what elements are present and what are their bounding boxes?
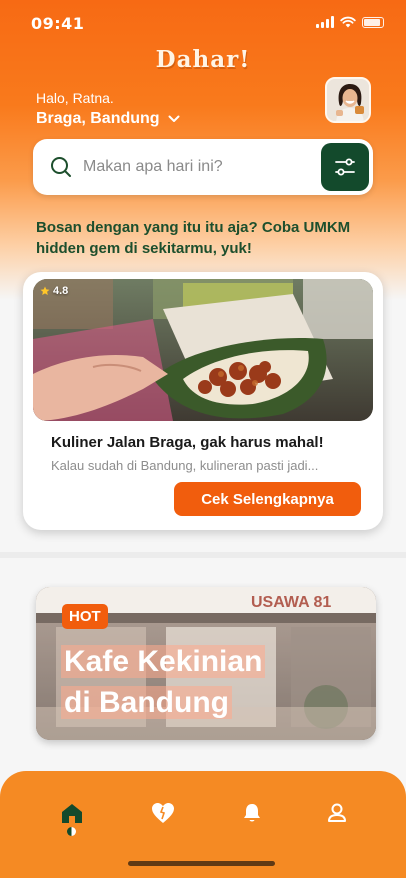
filter-button[interactable] <box>321 143 369 191</box>
app-logo: Dahar! <box>155 46 251 73</box>
nav-favorites[interactable] <box>148 798 178 828</box>
nav-notifications[interactable] <box>237 798 267 828</box>
heart-icon <box>152 803 174 823</box>
home-indicator <box>128 861 275 866</box>
location-selector[interactable]: Braga, Bandung <box>36 110 180 128</box>
app-screen: 09:41 Dahar! Halo, Ratna. Braga, Bandung <box>0 0 406 878</box>
avatar[interactable] <box>325 77 371 123</box>
section-divider <box>0 552 406 558</box>
bottom-navigation <box>0 771 406 878</box>
rating-value: 4.8 <box>53 285 69 297</box>
wifi-icon <box>340 16 356 28</box>
sliders-icon <box>335 158 355 176</box>
hot-card[interactable]: USAWA 81 HOT Kafe Kekinian di Bandung <box>36 587 376 740</box>
signal-icon <box>316 16 334 28</box>
active-indicator <box>67 827 76 836</box>
status-time: 09:41 <box>31 14 85 33</box>
see-more-button[interactable]: Cek Selengkapnya <box>174 482 361 516</box>
bell-icon <box>244 804 260 822</box>
hot-badge: HOT <box>62 604 108 629</box>
featured-description: Kalau sudah di Bandung, kulineran pasti … <box>51 458 319 473</box>
home-icon <box>62 804 82 823</box>
nav-profile[interactable] <box>322 798 352 828</box>
nav-home[interactable] <box>57 798 87 828</box>
featured-title: Kuliner Jalan Braga, gak harus mahal! <box>51 434 324 451</box>
location-label: Braga, Bandung <box>36 110 160 127</box>
promo-text: Bosan dengan yang itu itu aja? Coba UMKM… <box>36 219 351 257</box>
search-bar <box>33 139 373 195</box>
star-icon <box>40 286 50 295</box>
search-input[interactable] <box>83 147 313 187</box>
hot-card-title-line1: Kafe Kekinian <box>61 645 266 678</box>
profile-icon <box>328 803 346 822</box>
hot-card-title: Kafe Kekinian di Bandung <box>61 641 266 723</box>
rating-badge: 4.8 <box>40 285 68 297</box>
food-photo <box>33 279 373 421</box>
featured-image: 4.8 <box>33 279 373 421</box>
featured-card[interactable]: 4.8 Kuliner Jalan Braga, gak harus mahal… <box>23 272 383 530</box>
status-bar: 09:41 <box>0 0 406 48</box>
status-icons <box>316 16 384 28</box>
hot-card-title-line2: di Bandung <box>61 686 232 719</box>
avatar-image <box>327 79 369 121</box>
battery-icon <box>362 16 384 28</box>
greeting-text: Halo, Ratna. <box>36 90 114 106</box>
chevron-down-icon <box>168 115 180 122</box>
search-icon <box>51 157 71 177</box>
